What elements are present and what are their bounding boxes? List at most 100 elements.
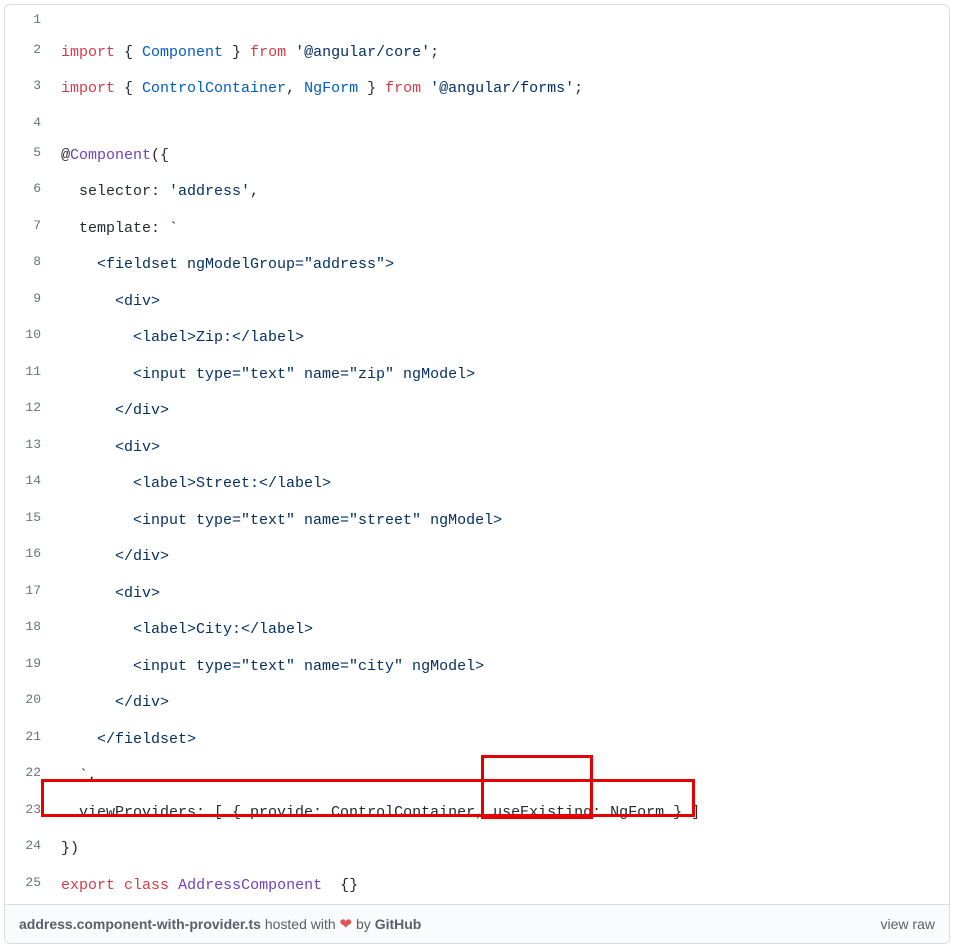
line-number[interactable]: 1	[5, 5, 51, 35]
code-token: {	[115, 44, 142, 61]
code-line[interactable]: <label>City:</label>	[51, 612, 949, 649]
line-number[interactable]: 21	[5, 722, 51, 759]
code-token: })	[61, 840, 79, 857]
code-line[interactable]	[51, 5, 949, 35]
code-row: 24})	[5, 831, 949, 868]
line-number[interactable]: 24	[5, 831, 51, 868]
line-number[interactable]: 6	[5, 174, 51, 211]
code-table: 12import { Component } from '@angular/co…	[5, 5, 949, 904]
code-token: ({	[151, 147, 169, 164]
code-row: 11 <input type="text" name="zip" ngModel…	[5, 357, 949, 394]
code-token: Component	[70, 147, 151, 164]
code-token: <div>	[115, 585, 160, 602]
line-number[interactable]: 25	[5, 868, 51, 905]
code-line[interactable]: <fieldset ngModelGroup="address">	[51, 247, 949, 284]
code-line[interactable]: `,	[51, 758, 949, 795]
line-number[interactable]: 2	[5, 35, 51, 72]
line-number[interactable]: 3	[5, 71, 51, 108]
code-token: ;	[430, 44, 439, 61]
code-token: '@angular/core'	[295, 44, 430, 61]
code-token	[169, 877, 178, 894]
code-line[interactable]: <input type="text" name="zip" ngModel>	[51, 357, 949, 394]
code-token: AddressComponent	[178, 877, 322, 894]
hosted-with-text: hosted with	[261, 916, 340, 932]
code-line[interactable]: </div>	[51, 685, 949, 722]
code-line[interactable]: template: `	[51, 211, 949, 248]
code-row: 10 <label>Zip:</label>	[5, 320, 949, 357]
code-token: <div>	[115, 439, 160, 456]
code-line[interactable]: viewProviders: [ { provide: ControlConta…	[51, 795, 949, 832]
view-raw-link[interactable]: view raw	[881, 916, 935, 932]
code-token: Component	[142, 44, 223, 61]
line-number[interactable]: 5	[5, 138, 51, 175]
line-number[interactable]: 16	[5, 539, 51, 576]
line-number[interactable]: 14	[5, 466, 51, 503]
code-row: 14 <label>Street:</label>	[5, 466, 949, 503]
code-token: <fieldset ngModelGroup="address">	[97, 256, 394, 273]
code-line[interactable]: <input type="text" name="street" ngModel…	[51, 503, 949, 540]
code-token: `	[169, 220, 178, 237]
code-token: }	[358, 80, 385, 97]
line-number[interactable]: 22	[5, 758, 51, 795]
code-line[interactable]: selector: 'address',	[51, 174, 949, 211]
code-token	[115, 877, 124, 894]
code-token: <input type="text" name="city" ngModel>	[133, 658, 484, 675]
code-token: <label>Zip:</label>	[133, 329, 304, 346]
code-line[interactable]: </fieldset>	[51, 722, 949, 759]
code-line[interactable]: })	[51, 831, 949, 868]
line-number[interactable]: 15	[5, 503, 51, 540]
code-row: 6 selector: 'address',	[5, 174, 949, 211]
code-token: </div>	[115, 548, 169, 565]
code-token: ,	[250, 183, 259, 200]
heart-icon: ❤	[340, 916, 353, 933]
line-number[interactable]: 11	[5, 357, 51, 394]
code-row: 20 </div>	[5, 685, 949, 722]
code-row: 2import { Component } from '@angular/cor…	[5, 35, 949, 72]
code-line[interactable]: <div>	[51, 284, 949, 321]
code-line[interactable]: </div>	[51, 393, 949, 430]
code-row: 8 <fieldset ngModelGroup="address">	[5, 247, 949, 284]
line-number[interactable]: 18	[5, 612, 51, 649]
filename-link[interactable]: address.component-with-provider.ts	[19, 916, 261, 932]
footer-left: address.component-with-provider.ts hoste…	[19, 915, 421, 933]
line-number[interactable]: 13	[5, 430, 51, 467]
line-number[interactable]: 7	[5, 211, 51, 248]
code-token: template:	[79, 220, 169, 237]
code-token: </fieldset>	[97, 731, 196, 748]
line-number[interactable]: 12	[5, 393, 51, 430]
line-number[interactable]: 8	[5, 247, 51, 284]
code-line[interactable]: <div>	[51, 576, 949, 613]
github-link[interactable]: GitHub	[375, 916, 422, 932]
code-line[interactable]: <label>Street:</label>	[51, 466, 949, 503]
code-token: 'address'	[169, 183, 250, 200]
code-line[interactable]: export class AddressComponent {}	[51, 868, 949, 905]
code-line[interactable]: import { Component } from '@angular/core…	[51, 35, 949, 72]
code-line[interactable]: <input type="text" name="city" ngModel>	[51, 649, 949, 686]
line-number[interactable]: 19	[5, 649, 51, 686]
line-number[interactable]: 23	[5, 795, 51, 832]
code-line[interactable]: import { ControlContainer, NgForm } from…	[51, 71, 949, 108]
code-line[interactable]: </div>	[51, 539, 949, 576]
code-token: viewProviders: [ { provide: ControlConta…	[79, 804, 700, 821]
code-token: <div>	[115, 293, 160, 310]
code-line[interactable]: <div>	[51, 430, 949, 467]
code-row: 19 <input type="text" name="city" ngMode…	[5, 649, 949, 686]
line-number[interactable]: 17	[5, 576, 51, 613]
code-token: {}	[322, 877, 358, 894]
code-token	[421, 80, 430, 97]
code-line[interactable]: @Component({	[51, 138, 949, 175]
code-token: ;	[574, 80, 583, 97]
line-number[interactable]: 4	[5, 108, 51, 138]
code-token: ControlContainer	[142, 80, 286, 97]
code-token: </div>	[115, 402, 169, 419]
code-token: <input type="text" name="street" ngModel…	[133, 512, 502, 529]
line-number[interactable]: 9	[5, 284, 51, 321]
code-row: 25export class AddressComponent {}	[5, 868, 949, 905]
code-line[interactable]	[51, 108, 949, 138]
code-line[interactable]: <label>Zip:</label>	[51, 320, 949, 357]
line-number[interactable]: 20	[5, 685, 51, 722]
line-number[interactable]: 10	[5, 320, 51, 357]
code-token: @	[61, 147, 70, 164]
gist-container: 12import { Component } from '@angular/co…	[4, 4, 950, 944]
code-token: ,	[88, 767, 97, 784]
